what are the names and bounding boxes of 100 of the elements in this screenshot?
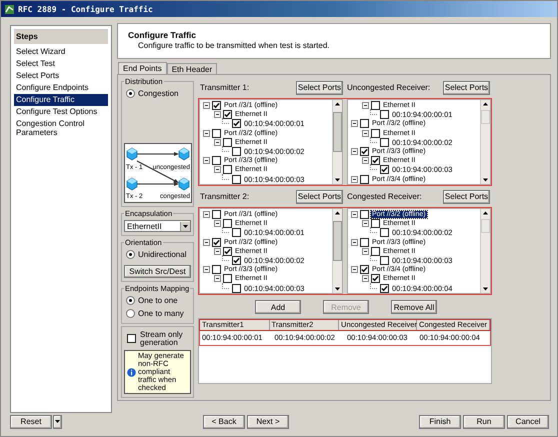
panel-title: Congested Receiver:	[347, 192, 422, 201]
select-ports-button[interactable]: Select Ports	[443, 80, 490, 94]
reset-button[interactable]: Reset	[10, 414, 52, 428]
checkbox[interactable]	[212, 101, 221, 110]
radio-button[interactable]	[126, 296, 135, 305]
checkbox[interactable]	[127, 334, 136, 343]
scroll-up-icon[interactable]	[333, 100, 342, 108]
checkbox[interactable]	[223, 165, 232, 174]
step-item[interactable]: Select Test	[14, 58, 108, 70]
scroll-down-icon[interactable]	[481, 176, 490, 184]
scroll-thumb[interactable]	[481, 110, 490, 124]
checkbox[interactable]	[212, 128, 221, 138]
checkbox[interactable]	[223, 138, 232, 147]
checkbox[interactable]	[380, 138, 389, 147]
radio-label: One to one	[138, 296, 178, 305]
checkbox[interactable]	[223, 274, 232, 284]
checkbox[interactable]	[371, 274, 380, 284]
checkbox[interactable]	[232, 174, 241, 184]
radio-button[interactable]	[126, 250, 135, 260]
select-ports-button[interactable]: Select Ports	[296, 80, 343, 94]
reset-menu-button[interactable]	[53, 414, 62, 428]
collapse-icon[interactable]	[351, 176, 358, 183]
info-icon	[127, 368, 136, 376]
checkbox[interactable]	[212, 210, 221, 220]
panel-title: Uncongested Receiver:	[347, 83, 430, 92]
steps-header: Steps	[14, 29, 108, 44]
tab[interactable]: Eth Header	[166, 63, 218, 74]
action-button[interactable]: Add	[255, 300, 301, 314]
scrollbar[interactable]	[332, 209, 342, 293]
panel-title: Transmitter 1:	[200, 83, 250, 92]
checkbox[interactable]	[212, 238, 221, 247]
checkbox[interactable]	[232, 284, 241, 293]
dropdown-arrow-icon	[180, 222, 190, 231]
scroll-up-icon[interactable]	[481, 209, 490, 217]
checkbox[interactable]	[223, 110, 232, 120]
step-item[interactable]: Select Ports	[14, 70, 108, 82]
scroll-down-icon[interactable]	[333, 285, 342, 293]
wizard-button[interactable]: Finish	[419, 414, 461, 428]
radio-label: Congestion	[138, 89, 178, 98]
step-item[interactable]: Configure Traffic	[14, 94, 108, 106]
step-item[interactable]: Configure Endpoints	[14, 82, 108, 94]
wizard-button[interactable]: Cancel	[507, 414, 549, 428]
checkbox[interactable]	[380, 110, 389, 120]
scroll-thumb[interactable]	[481, 219, 490, 233]
radio-label: One to many	[138, 309, 184, 318]
scroll-thumb[interactable]	[333, 112, 342, 152]
checkbox[interactable]	[360, 147, 369, 156]
radio-label: Unidirectional	[138, 250, 186, 260]
scroll-down-icon[interactable]	[333, 176, 342, 184]
collapse-icon[interactable]	[362, 102, 369, 110]
checkbox[interactable]	[360, 238, 369, 247]
select-ports-button[interactable]: Select Ports	[296, 190, 343, 204]
window-title: RFC 2889 - Configure Traffic	[18, 4, 153, 14]
scrollbar[interactable]	[480, 209, 490, 293]
checkbox-label: Stream only generation	[140, 331, 184, 347]
checkbox[interactable]	[232, 147, 241, 156]
checkbox[interactable]	[360, 265, 369, 274]
checkbox[interactable]	[212, 265, 221, 274]
checkbox[interactable]	[232, 119, 241, 128]
caret-icon	[54, 418, 61, 425]
checkbox[interactable]	[371, 219, 380, 228]
panel-title: Transmitter 2:	[200, 192, 250, 201]
checkbox[interactable]	[360, 174, 369, 184]
checkbox[interactable]	[371, 246, 380, 256]
wizard-button[interactable]: < Back	[203, 414, 245, 428]
radio-option[interactable]: Congestion	[124, 87, 191, 100]
select-ports-button[interactable]: Select Ports	[443, 190, 490, 204]
checkbox[interactable]	[232, 228, 241, 238]
wizard-button[interactable]: Run	[463, 414, 505, 428]
scroll-up-icon[interactable]	[333, 209, 342, 217]
scrollbar[interactable]	[332, 100, 342, 184]
checkbox[interactable]	[212, 156, 221, 166]
checkbox[interactable]	[380, 284, 389, 293]
checkbox[interactable]	[360, 210, 369, 220]
action-button[interactable]: Remove All	[391, 300, 437, 314]
checkbox[interactable]	[223, 246, 232, 256]
scrollbar[interactable]	[480, 100, 490, 184]
step-item[interactable]: Configure Test Options	[14, 106, 108, 118]
checkbox[interactable]	[380, 256, 389, 266]
scroll-up-icon[interactable]	[481, 100, 490, 108]
page-title: Configure Traffic	[128, 30, 198, 40]
checkbox[interactable]	[232, 256, 241, 266]
radio-button[interactable]	[126, 309, 135, 318]
tab[interactable]: End Points	[118, 62, 167, 74]
checkbox[interactable]	[371, 156, 380, 166]
page-subtitle: Configure traffic to be transmitted when test is started.	[137, 41, 330, 50]
scroll-thumb[interactable]	[333, 221, 342, 261]
scroll-down-icon[interactable]	[481, 285, 490, 293]
checkbox[interactable]	[371, 101, 380, 110]
switch-button[interactable]: Switch Src/Dest	[124, 265, 191, 278]
radio-button[interactable]	[126, 89, 135, 98]
checkbox[interactable]	[380, 165, 389, 174]
step-item[interactable]: Congestion Control Parameters	[14, 118, 108, 139]
checkbox[interactable]	[371, 128, 380, 138]
encapsulation-dropdown[interactable]: EthernetII	[124, 220, 191, 232]
step-item[interactable]: Select Wizard	[14, 46, 108, 58]
checkbox[interactable]	[360, 119, 369, 128]
checkbox[interactable]	[380, 228, 389, 238]
wizard-button[interactable]: Next >	[247, 414, 289, 428]
checkbox[interactable]	[223, 219, 232, 228]
